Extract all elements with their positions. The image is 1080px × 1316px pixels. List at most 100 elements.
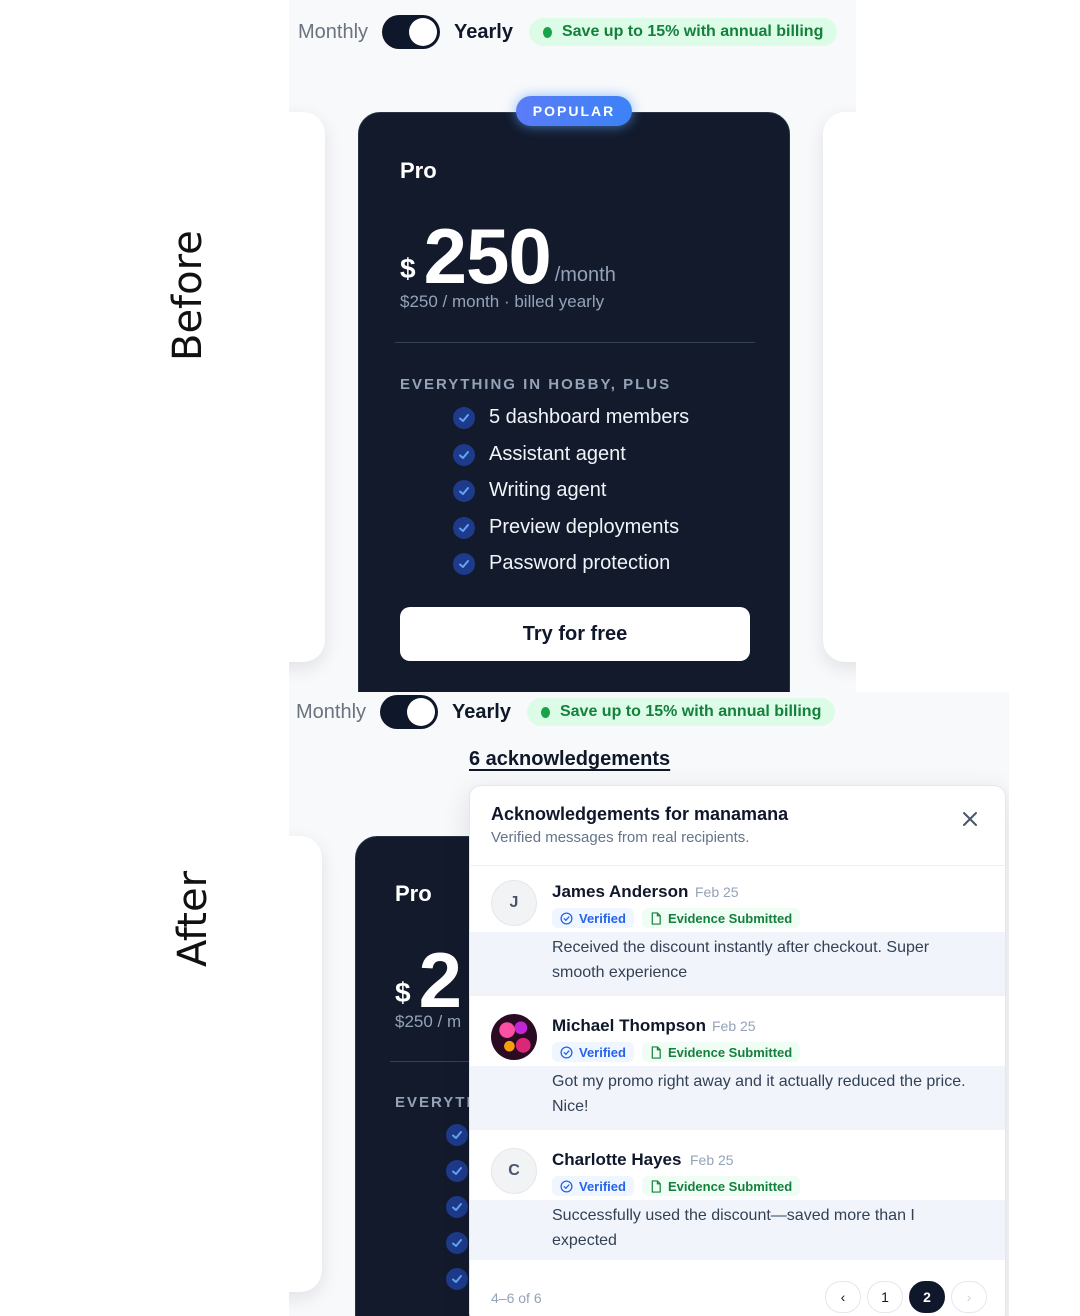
check-icon — [446, 1160, 468, 1182]
save-badge: Save up to 15% with annual billing — [528, 18, 838, 46]
feature-item: 5 dashboard members — [453, 406, 689, 429]
verified-label: Verified — [579, 1178, 626, 1194]
check-icon — [453, 479, 475, 502]
popular-badge: POPULAR — [516, 96, 632, 126]
close-icon[interactable] — [958, 807, 982, 831]
feature-label: 5 dashboard members — [489, 406, 690, 428]
feature-label: Password protection — [489, 552, 671, 574]
try-for-free-button[interactable]: Try for free — [400, 607, 750, 661]
left-plan-card — [289, 836, 322, 1292]
billed-note: $250 / m — [395, 1012, 462, 1031]
check-icon — [453, 552, 475, 575]
evidence-label: Evidence Submitted — [667, 910, 793, 926]
card-divider — [395, 342, 755, 343]
feature-label: Assistant agent — [489, 443, 626, 465]
feature-label: Writing agent — [489, 479, 607, 501]
monthly-label[interactable]: Monthly — [296, 701, 366, 724]
check-icon — [453, 406, 475, 429]
verified-check-icon — [560, 1045, 573, 1059]
author-name: Charlotte Hayes — [552, 1150, 682, 1169]
avatar — [491, 1014, 537, 1060]
billing-toggle-bar: Monthly Yearly Save up to 15% with annua… — [298, 15, 838, 49]
badges: Verified Evidence Submitted — [552, 908, 801, 928]
feature-item: Password protection — [453, 552, 670, 575]
check-icon — [446, 1196, 468, 1218]
features-heading: EVERYTH — [395, 1094, 480, 1111]
verified-label: Verified — [579, 910, 626, 926]
billing-toggle[interactable] — [382, 15, 441, 49]
page-1-button[interactable]: 1 — [867, 1281, 903, 1313]
save-text: Save up to 15% with annual billing — [561, 23, 824, 40]
price-amount: 2 — [418, 936, 462, 1024]
avatar: C — [491, 1148, 537, 1194]
price-period: /month — [554, 264, 616, 286]
check-icon — [446, 1232, 468, 1254]
price-amount: 250 — [423, 212, 552, 300]
ack-message: Successfully used the discount—saved mor… — [552, 1207, 915, 1249]
price: $ 250 /month — [400, 212, 616, 300]
acknowledgements-popover: Acknowledgements for manamana Verified m… — [469, 785, 1006, 1316]
feature-item: Writing agent — [453, 479, 606, 502]
acknowledgement-item: J James Anderson Feb 25 Verified Evidenc… — [470, 866, 1005, 996]
evidence-label: Evidence Submitted — [667, 1044, 793, 1060]
status-dot-icon — [540, 706, 550, 718]
author-name: James Anderson — [552, 882, 689, 901]
currency-symbol: $ — [395, 977, 411, 1008]
pro-plan-card: Pro $ 250 /month $250 / month · billed y… — [358, 112, 790, 692]
next-page-button[interactable]: › — [951, 1281, 987, 1313]
billing-toggle[interactable] — [380, 695, 439, 729]
ack-date: Feb 25 — [690, 1152, 734, 1168]
after-label: After — [170, 870, 216, 968]
check-icon — [453, 516, 475, 539]
item-separator — [470, 992, 1005, 996]
avatar: J — [491, 880, 537, 926]
verified-badge: Verified — [552, 1176, 634, 1196]
feature-item: Preview deployments — [453, 516, 679, 539]
toggle-knob — [409, 18, 438, 46]
item-separator — [470, 1126, 1005, 1130]
verified-badge: Verified — [552, 908, 634, 928]
feature-label: Preview deployments — [489, 516, 680, 538]
acknowledgement-item: Michael Thompson Feb 25 Verified Evidenc… — [470, 1000, 1005, 1130]
verified-check-icon — [560, 911, 573, 925]
page-2-button[interactable]: 2 — [909, 1281, 945, 1313]
document-icon — [651, 911, 661, 925]
evidence-label: Evidence Submitted — [667, 1178, 793, 1194]
author-name: Michael Thompson — [552, 1016, 706, 1035]
acknowledgement-item: C Charlotte Hayes Feb 25 Verified Eviden… — [470, 1134, 1005, 1264]
right-plan-card — [823, 112, 856, 662]
document-icon — [651, 1045, 661, 1059]
verified-label: Verified — [579, 1044, 626, 1060]
status-dot-icon — [542, 26, 552, 38]
ack-message: Got my promo right away and it actually … — [552, 1073, 966, 1115]
check-icon — [446, 1124, 468, 1146]
prev-page-button[interactable]: ‹ — [825, 1281, 861, 1313]
after-panel: Monthly Yearly Save up to 15% with annua… — [289, 692, 1009, 1316]
evidence-badge: Evidence Submitted — [641, 1176, 801, 1196]
monthly-label[interactable]: Monthly — [298, 21, 368, 44]
badges: Verified Evidence Submitted — [552, 1176, 801, 1196]
popover-subtitle: Verified messages from real recipients. — [491, 829, 750, 846]
evidence-badge: Evidence Submitted — [641, 1042, 801, 1062]
verified-check-icon — [560, 1179, 573, 1193]
yearly-label[interactable]: Yearly — [454, 21, 513, 44]
currency-symbol: $ — [400, 253, 416, 284]
pagination-range: 4–6 of 6 — [491, 1290, 542, 1306]
ack-date: Feb 25 — [695, 884, 739, 900]
billed-note: $250 / month · billed yearly — [400, 292, 605, 311]
billing-toggle-bar: Monthly Yearly Save up to 15% with annua… — [296, 695, 836, 729]
evidence-badge: Evidence Submitted — [641, 908, 801, 928]
verified-badge: Verified — [552, 1042, 634, 1062]
left-plan-card — [289, 112, 325, 662]
ack-date: Feb 25 — [712, 1018, 756, 1034]
pagination: ‹ 1 2 › — [825, 1281, 993, 1313]
yearly-label[interactable]: Yearly — [452, 701, 511, 724]
save-text: Save up to 15% with annual billing — [559, 703, 822, 720]
save-badge: Save up to 15% with annual billing — [526, 698, 836, 726]
check-icon — [446, 1268, 468, 1290]
popover-title: Acknowledgements for manamana — [491, 804, 789, 824]
acknowledgements-link[interactable]: 6 acknowledgements — [469, 748, 670, 771]
plan-name: Pro — [395, 881, 432, 906]
plan-name: Pro — [400, 158, 437, 183]
before-label: Before — [165, 230, 211, 361]
